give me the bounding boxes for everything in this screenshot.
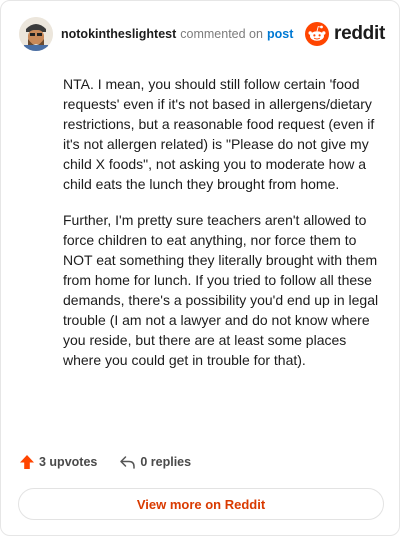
comment-body: NTA. I mean, you should still follow cer… <box>63 74 381 386</box>
avatar-illustration-icon <box>19 17 53 51</box>
comment-meta: notokintheslightest commented on post <box>61 27 293 41</box>
reddit-snoo-icon <box>305 22 330 46</box>
comment-paragraph: NTA. I mean, you should still follow cer… <box>63 76 375 192</box>
commented-label: commented on <box>180 27 263 41</box>
upvote-arrow-icon <box>20 455 34 469</box>
comment-header: notokintheslightest commented on post redd… <box>19 17 385 51</box>
reply-arrow-icon <box>120 456 136 469</box>
upvote-count: 3 upvotes <box>39 455 98 469</box>
comment-actions: 3 upvotes 0 replies <box>19 454 191 470</box>
post-link[interactable]: post <box>267 27 293 41</box>
reddit-wordmark: reddit <box>334 23 385 44</box>
replies-button[interactable]: 0 replies <box>119 454 191 470</box>
reddit-logo[interactable]: reddit <box>305 22 385 46</box>
comment-paragraph: Further, I'm pretty sure teachers aren't… <box>63 212 379 368</box>
user-avatar[interactable] <box>19 17 53 51</box>
reply-count: 0 replies <box>140 455 192 469</box>
username[interactable]: notokintheslightest <box>61 27 176 41</box>
comment-embed-card: notokintheslightest commented on post redd… <box>0 0 400 536</box>
view-more-button[interactable]: View more on Reddit <box>18 488 384 520</box>
upvote-button[interactable]: 3 upvotes <box>19 454 97 470</box>
